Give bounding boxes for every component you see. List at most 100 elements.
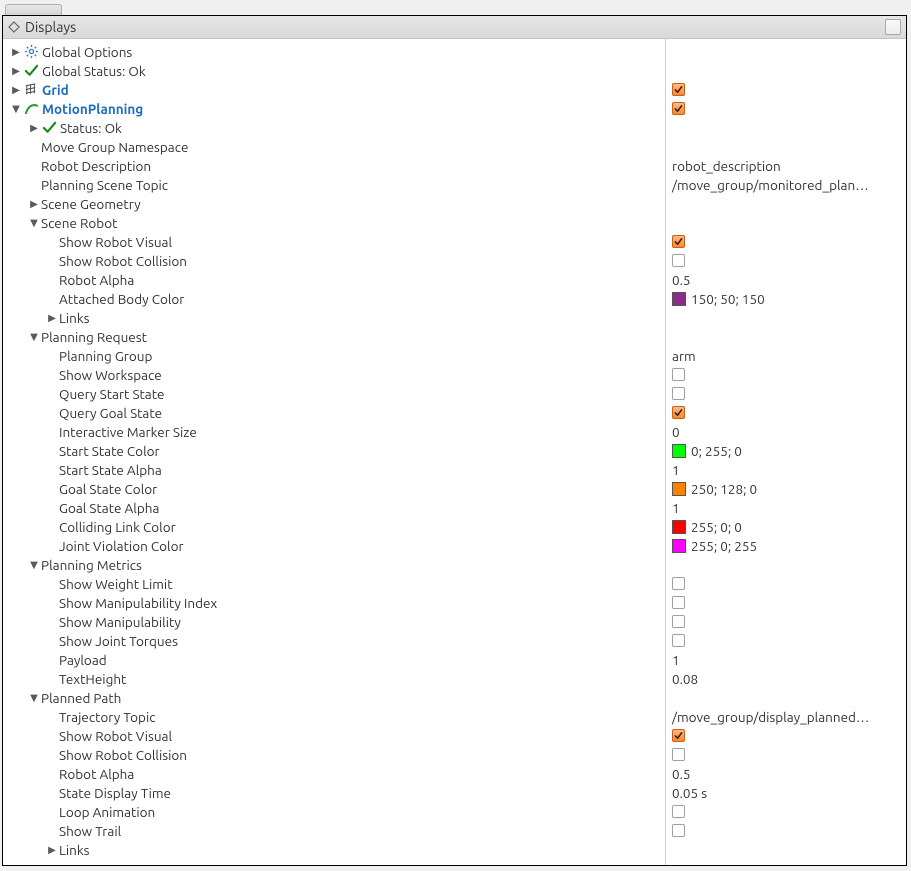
expand-arrow[interactable]: ▶ [47, 312, 57, 324]
tree-item-query-goal-state[interactable]: Query Goal State [3, 403, 665, 422]
tree-item-text-height[interactable]: TextHeight [3, 669, 665, 688]
loop-animation-checkbox[interactable] [672, 805, 685, 818]
value-robot-description[interactable]: robot_description [672, 158, 781, 174]
start-state-color-swatch[interactable] [672, 444, 686, 458]
expand-arrow[interactable]: ▶ [47, 844, 57, 856]
pp-show-robot-visual-checkbox[interactable] [672, 729, 685, 742]
value-start-state-color: 0; 255; 0 [691, 443, 742, 459]
tree-item-global-options[interactable]: ▶ Global Options [3, 42, 665, 61]
panel-pin-button[interactable] [885, 19, 901, 35]
label: Interactive Marker Size [59, 424, 197, 440]
collapse-arrow[interactable]: ▼ [29, 331, 39, 343]
expand-arrow[interactable]: ▶ [11, 46, 21, 58]
value-text-height[interactable]: 0.08 [672, 671, 698, 687]
tree-item-goal-state-alpha[interactable]: Goal State Alpha [3, 498, 665, 517]
collapse-arrow[interactable]: ▼ [11, 103, 21, 115]
value-payload[interactable]: 1 [672, 652, 680, 668]
show-manip-index-checkbox[interactable] [672, 596, 685, 609]
show-trail-checkbox[interactable] [672, 824, 685, 837]
tree-item-planning-request[interactable]: ▼Planning Request [3, 327, 665, 346]
grid-enable-checkbox[interactable] [672, 83, 685, 96]
colliding-link-color-swatch[interactable] [672, 520, 686, 534]
expand-arrow[interactable]: ▶ [29, 122, 39, 134]
tree-item-show-trail[interactable]: Show Trail [3, 821, 665, 840]
tree-item-planning-group[interactable]: Planning Group [3, 346, 665, 365]
tree-item-status-ok[interactable]: ▶ Status: Ok [3, 118, 665, 137]
panel-title: Displays [25, 19, 885, 35]
tree-item-show-workspace[interactable]: Show Workspace [3, 365, 665, 384]
tree-item-global-status[interactable]: ▶ Global Status: Ok [3, 61, 665, 80]
value-robot-alpha[interactable]: 0.5 [672, 272, 691, 288]
tree-item-robot-alpha[interactable]: Robot Alpha [3, 270, 665, 289]
tree-item-joint-violation-color[interactable]: Joint Violation Color [3, 536, 665, 555]
tree-item-pp-show-robot-visual[interactable]: Show Robot Visual [3, 726, 665, 745]
tree-item-show-robot-visual[interactable]: Show Robot Visual [3, 232, 665, 251]
tree-item-pp-robot-alpha[interactable]: Robot Alpha [3, 764, 665, 783]
tree-item-motionplanning[interactable]: ▼ MotionPlanning [3, 99, 665, 118]
value-pp-robot-alpha[interactable]: 0.5 [672, 766, 691, 782]
tree-item-show-manip-index[interactable]: Show Manipulability Index [3, 593, 665, 612]
label: MotionPlanning [42, 101, 143, 117]
tree-item-planning-scene-topic[interactable]: Planning Scene Topic [3, 175, 665, 194]
query-start-state-checkbox[interactable] [672, 387, 685, 400]
tree-item-state-display-time[interactable]: State Display Time [3, 783, 665, 802]
tree-item-query-start-state[interactable]: Query Start State [3, 384, 665, 403]
motionplanning-enable-checkbox[interactable] [672, 102, 685, 115]
tree-item-interactive-marker-size[interactable]: Interactive Marker Size [3, 422, 665, 441]
tree-item-show-manip[interactable]: Show Manipulability [3, 612, 665, 631]
tree-item-show-weight-limit[interactable]: Show Weight Limit [3, 574, 665, 593]
pp-show-robot-collision-checkbox[interactable] [672, 748, 685, 761]
tree-item-payload[interactable]: Payload [3, 650, 665, 669]
show-weight-limit-checkbox[interactable] [672, 577, 685, 590]
show-robot-visual-checkbox[interactable] [672, 235, 685, 248]
value-planning-scene-topic[interactable]: /move_group/monitored_plan… [672, 177, 869, 193]
collapse-arrow[interactable]: ▼ [29, 692, 39, 704]
query-goal-state-checkbox[interactable] [672, 406, 685, 419]
value-state-display-time[interactable]: 0.05 s [672, 785, 707, 801]
property-tree[interactable]: ▶ Global Options ▶ Global Status: Ok ▶ G… [3, 39, 665, 865]
tree-item-start-state-color[interactable]: Start State Color [3, 441, 665, 460]
value-planning-group[interactable]: arm [672, 348, 696, 364]
show-workspace-checkbox[interactable] [672, 368, 685, 381]
tree-item-show-joint-torques[interactable]: Show Joint Torques [3, 631, 665, 650]
expand-arrow[interactable]: ▶ [11, 84, 21, 96]
goal-state-color-swatch[interactable] [672, 482, 686, 496]
value-trajectory-topic[interactable]: /move_group/display_planned… [672, 709, 869, 725]
joint-violation-color-swatch[interactable] [672, 539, 686, 553]
tree-item-scene-geometry[interactable]: ▶Scene Geometry [3, 194, 665, 213]
collapse-arrow[interactable]: ▼ [29, 217, 39, 229]
tree-item-loop-animation[interactable]: Loop Animation [3, 802, 665, 821]
value-goal-state-alpha[interactable]: 1 [672, 500, 680, 516]
label: TextHeight [59, 671, 126, 687]
show-manip-checkbox[interactable] [672, 615, 685, 628]
tree-item-planned-path[interactable]: ▼Planned Path [3, 688, 665, 707]
tree-item-trajectory-topic[interactable]: Trajectory Topic [3, 707, 665, 726]
tree-item-planning-metrics[interactable]: ▼Planning Metrics [3, 555, 665, 574]
tree-item-pp-show-robot-collision[interactable]: Show Robot Collision [3, 745, 665, 764]
label: Planning Metrics [41, 557, 142, 573]
tree-item-pp-links[interactable]: ▶Links [3, 840, 665, 859]
tree-item-attached-body-color[interactable]: Attached Body Color [3, 289, 665, 308]
tree-item-links[interactable]: ▶Links [3, 308, 665, 327]
tree-item-scene-robot[interactable]: ▼Scene Robot [3, 213, 665, 232]
collapse-arrow[interactable]: ▼ [29, 559, 39, 571]
tree-item-robot-description[interactable]: Robot Description [3, 156, 665, 175]
tree-item-colliding-link-color[interactable]: Colliding Link Color [3, 517, 665, 536]
value-start-state-alpha[interactable]: 1 [672, 462, 680, 478]
show-joint-torques-checkbox[interactable] [672, 634, 685, 647]
expand-arrow[interactable]: ▶ [11, 65, 21, 77]
tree-item-move-group-namespace[interactable]: Move Group Namespace [3, 137, 665, 156]
background-tab[interactable] [5, 4, 62, 15]
tree-item-show-robot-collision[interactable]: Show Robot Collision [3, 251, 665, 270]
panel-titlebar[interactable]: Displays [3, 16, 906, 39]
value-interactive-marker-size[interactable]: 0 [672, 424, 680, 440]
tree-item-grid[interactable]: ▶ Grid [3, 80, 665, 99]
attached-body-color-swatch[interactable] [672, 292, 686, 306]
expand-arrow[interactable]: ▶ [29, 198, 39, 210]
label: Move Group Namespace [41, 139, 188, 155]
show-robot-collision-checkbox[interactable] [672, 254, 685, 267]
label: Trajectory Topic [59, 709, 156, 725]
label: Links [59, 842, 90, 858]
tree-item-start-state-alpha[interactable]: Start State Alpha [3, 460, 665, 479]
tree-item-goal-state-color[interactable]: Goal State Color [3, 479, 665, 498]
